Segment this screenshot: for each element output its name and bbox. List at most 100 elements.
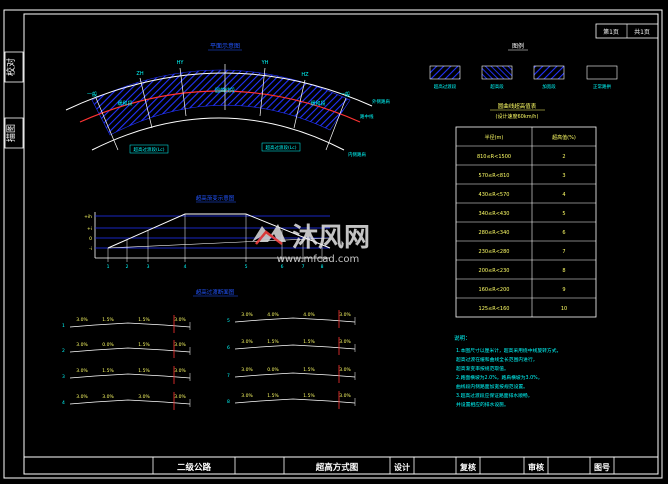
table-cell-radius: 430≤R<570 <box>479 192 510 198</box>
section-slope-label: 1.5% <box>267 393 279 399</box>
plan-label-yh: YH <box>261 60 269 66</box>
section-profile-line <box>69 373 191 379</box>
plan-label-hz: HZ <box>301 72 309 78</box>
legend-swatch-2 <box>481 65 513 80</box>
profile-y-label-1: +ih <box>84 214 92 220</box>
table-cell-radius: 340≤R<430 <box>479 211 510 217</box>
section-slope-label: 1.5% <box>102 368 114 374</box>
profile-x-label: 2 <box>126 264 129 270</box>
plan-marker-right-1: 一般 <box>340 91 350 98</box>
section-slope-label: 3.0% <box>241 339 253 345</box>
page-corner: 第1页 共1页 <box>595 23 659 39</box>
legend-label-3: 加宽段 <box>542 83 556 90</box>
table-cell-value: 8 <box>562 268 565 274</box>
section-profile-line <box>234 372 356 378</box>
section-id: 8 <box>227 399 230 405</box>
notes-line: 超高渐变率按规范取值。 <box>456 365 509 372</box>
section-id: 3 <box>62 374 65 380</box>
page-corner-sheet: 第1页 <box>603 28 619 36</box>
plan-segment-right: 超高过渡段(Lc) <box>266 144 297 151</box>
title-drawing: 超高方式图 <box>315 462 359 473</box>
section-slope-label: 1.5% <box>303 367 315 373</box>
plan-label-zh: ZH <box>136 71 143 77</box>
notes-line: 3.超高过渡段应保证路面排水顺畅， <box>456 392 533 399</box>
section-slope-label: 3.0% <box>76 317 88 323</box>
legend-label-1: 超高过渡段 <box>434 83 457 90</box>
plan-center-label: 路中线 <box>360 113 374 120</box>
table-cell-value: 7 <box>562 249 565 255</box>
section-slope-label: 3.0% <box>241 367 253 373</box>
profile-y-label-2: +i <box>87 226 92 232</box>
table-cell-radius: 125≤R<160 <box>479 306 510 312</box>
section-row: 6 3.0% 1.5% 1.5% 3.0% <box>227 337 356 355</box>
section-slope-label: 3.0% <box>174 394 186 400</box>
section-slope-label: 1.5% <box>138 342 150 348</box>
notes-line: 超高过渡在缓和曲线全长范围内进行， <box>456 356 538 363</box>
table-cell-radius: 230≤R<280 <box>479 249 510 255</box>
notes-title: 说明： <box>454 334 471 342</box>
table-cell-value: 3 <box>562 173 565 179</box>
section-slope-label: 0.0% <box>267 367 279 373</box>
profile-x-label: 5 <box>245 264 248 270</box>
section-profile-line <box>69 399 191 405</box>
section-profile-line <box>69 322 191 328</box>
section-slope-label: 3.0% <box>339 312 351 318</box>
notes-line: 曲线段内侧路面加宽按规范设置。 <box>456 383 528 390</box>
table-cell-value: 6 <box>562 230 565 236</box>
profile-x-label: 3 <box>147 264 150 270</box>
table-cell-radius: 570≤R<810 <box>479 173 510 179</box>
plan-zone-left: 缓和段 <box>117 100 132 107</box>
table-header-radius: 半径(m) <box>485 134 504 141</box>
side-label-bottom: 描图 <box>5 124 17 142</box>
cross-sections: 超高过渡断面图 1 3.0% 1.5% 1.5% 3.0% 2 3.0% 0.0% 1.5% 3.… <box>62 288 356 410</box>
section-profile-line <box>234 344 356 350</box>
section-slope-label: 3.0% <box>138 394 150 400</box>
profile-y-label-3: 0 <box>89 236 92 242</box>
notes-line: 1.本图尺寸以厘米计，超高采用绕中线旋转方式， <box>456 347 561 354</box>
section-id: 7 <box>227 373 230 379</box>
section-slope-label: 0.0% <box>102 342 114 348</box>
section-slope-label: 3.0% <box>174 317 186 323</box>
section-slope-label: 1.5% <box>138 368 150 374</box>
legend-swatch-3 <box>533 65 565 80</box>
section-id: 1 <box>62 323 65 329</box>
profile-x-label: 4 <box>184 264 187 270</box>
plan-zone-mid: 圆曲线段 <box>215 87 235 94</box>
legend-swatch-1 <box>429 65 461 80</box>
table-subtitle: (设计速度60km/h) <box>496 113 539 120</box>
table-header-value: 超高值(%) <box>552 134 576 141</box>
notes-line: 2.路面横坡为2.0%，路肩横坡为3.0%， <box>456 374 543 381</box>
section-slope-label: 3.0% <box>76 368 88 374</box>
plan-title: 平面示意图 <box>210 42 240 50</box>
section-slope-label: 1.5% <box>267 339 279 345</box>
section-slope-label: 3.0% <box>174 342 186 348</box>
section-row: 5 3.0% 4.0% 4.0% 3.0% <box>227 310 356 328</box>
legend-label-2: 超高段 <box>490 83 504 90</box>
table-cell-radius: 200≤R<230 <box>479 268 510 274</box>
side-label-top: 校对 <box>5 58 17 76</box>
title-check: 复核 <box>459 462 476 472</box>
title-sheet-no: 图号 <box>594 463 610 472</box>
section-profile-line <box>234 398 356 404</box>
table-cell-value: 2 <box>562 154 565 160</box>
notes-line: 并设置相应的排水设施。 <box>456 401 509 408</box>
table-title: 圆曲线超高值表 <box>498 102 537 110</box>
page-corner-total: 共1页 <box>634 28 650 36</box>
section-row: 8 3.0% 1.5% 1.5% 3.0% <box>227 391 356 409</box>
table-cell-radius: 280≤R<340 <box>479 230 510 236</box>
plan-segment-left: 超高过渡段(Lc) <box>134 146 165 153</box>
notes: 说明： 1.本图尺寸以厘米计，超高采用绕中线旋转方式， 超高过渡在缓和曲线全长范… <box>454 334 561 408</box>
section-slope-label: 3.0% <box>339 339 351 345</box>
table-cell-radius: 160≤R<200 <box>479 287 510 293</box>
section-slope-label: 3.0% <box>241 393 253 399</box>
section-row: 2 3.0% 0.0% 1.5% 3.0% <box>62 340 191 358</box>
legend-label-4: 正常路拱 <box>593 83 611 90</box>
table-cell-radius: 810≤R<1500 <box>477 154 511 160</box>
title-project: 二级公路 <box>177 462 212 473</box>
section-id: 2 <box>62 348 65 354</box>
section-slope-label: 1.5% <box>303 339 315 345</box>
section-id: 6 <box>227 345 230 351</box>
legend-title: 图例 <box>512 42 524 50</box>
profile-y-label-4: -i <box>89 246 92 252</box>
section-id: 4 <box>62 400 65 406</box>
